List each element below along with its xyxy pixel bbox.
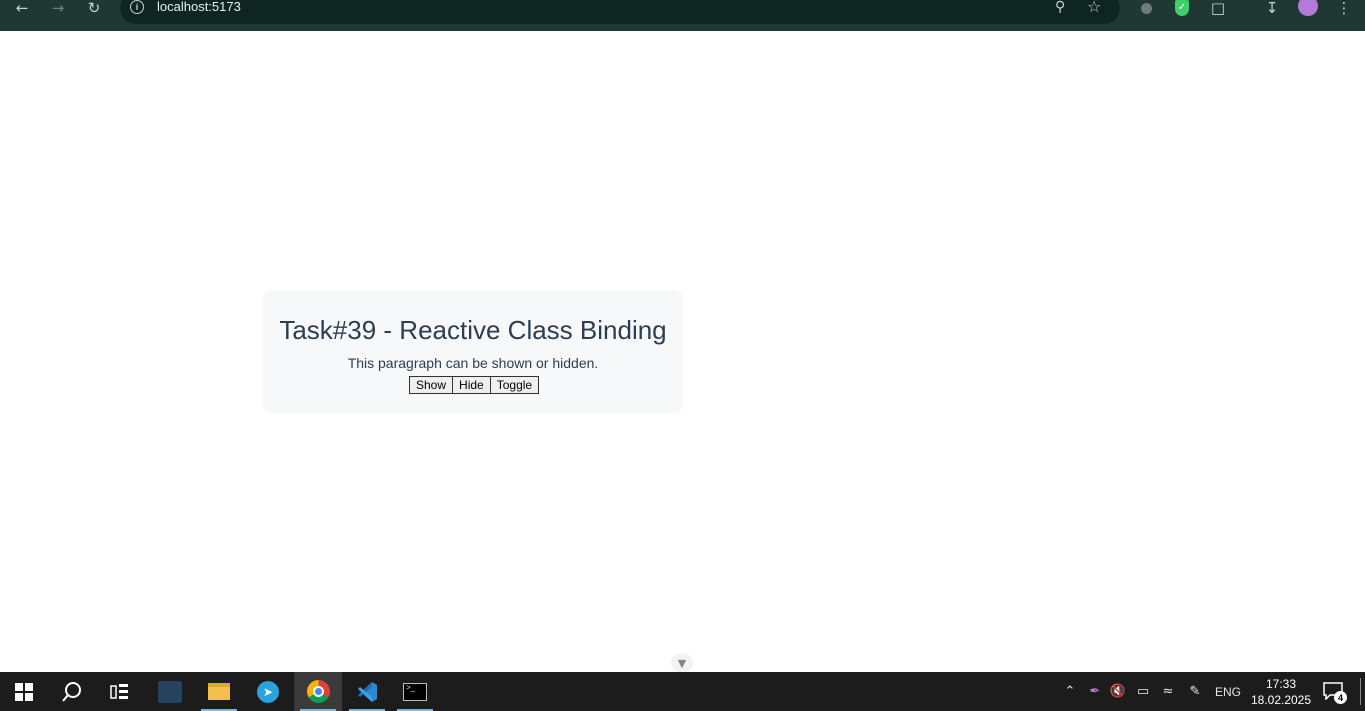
notification-center-icon[interactable]: 4 xyxy=(1323,682,1347,704)
url-text[interactable]: localhost:5173 xyxy=(157,0,241,14)
toggle-paragraph: This paragraph can be shown or hidden. xyxy=(347,355,599,371)
menu-kebab-icon[interactable]: ⋮ xyxy=(1335,0,1353,17)
forward-icon[interactable]: → xyxy=(46,0,70,17)
chevron-up-icon[interactable]: ⌃ xyxy=(1061,672,1079,711)
bookmark-star-icon[interactable]: ☆ xyxy=(1087,0,1101,16)
search-icon[interactable] xyxy=(48,672,96,711)
reload-icon[interactable]: ↻ xyxy=(82,0,106,17)
profile-avatar[interactable] xyxy=(1297,0,1319,16)
site-info-icon[interactable]: i xyxy=(130,0,144,14)
task-view-icon[interactable] xyxy=(96,672,144,711)
telegram-icon[interactable]: ➤ xyxy=(244,672,292,711)
notification-count-badge: 4 xyxy=(1334,691,1347,704)
hide-button[interactable]: Hide xyxy=(452,376,491,394)
download-icon[interactable]: ↧ xyxy=(1262,0,1282,17)
language-indicator[interactable]: ENG xyxy=(1212,672,1244,711)
task-card: Task#39 - Reactive Class Binding This pa… xyxy=(263,290,683,413)
devtools-funnel-icon[interactable]: ▼ xyxy=(671,653,693,673)
speaker-muted-icon[interactable]: 🔇 xyxy=(1108,672,1128,711)
mysql-workbench-icon[interactable] xyxy=(146,672,194,711)
back-icon[interactable]: ← xyxy=(10,0,34,17)
wifi-icon[interactable]: ≈ xyxy=(1158,672,1178,711)
address-bar[interactable]: i localhost:5173 ⚲ ☆ xyxy=(120,0,1120,24)
zoom-icon[interactable]: ⚲ xyxy=(1055,0,1065,15)
feather-tray-icon[interactable]: ✒ xyxy=(1085,672,1105,711)
shield-extension-icon[interactable]: ✓ xyxy=(1172,0,1192,16)
show-button[interactable]: Show xyxy=(409,376,454,394)
show-desktop-divider[interactable] xyxy=(1360,678,1361,705)
pen-tray-icon[interactable]: ✎ xyxy=(1184,672,1206,711)
button-group: Show Hide Toggle xyxy=(409,376,540,394)
file-explorer-icon[interactable] xyxy=(195,672,243,711)
start-button[interactable] xyxy=(0,672,48,711)
toggle-button[interactable]: Toggle xyxy=(489,376,540,394)
terminal-icon[interactable]: >_ xyxy=(391,672,439,711)
taskbar: ➤ >_ ⌃ ✒ 🔇 ▭ ≈ ✎ ENG 17:33 18.02.2025 4 xyxy=(0,672,1365,711)
extension-circle-icon[interactable] xyxy=(1137,0,1155,16)
battery-icon[interactable]: ▭ xyxy=(1133,672,1153,711)
extensions-puzzle-icon[interactable]: □ xyxy=(1208,0,1228,17)
browser-toolbar: ← → ↻ i localhost:5173 ⚲ ☆ ✓ □ ↧ ⋮ xyxy=(0,0,1365,31)
clock-time: 17:33 xyxy=(1265,677,1297,691)
windows-logo-icon xyxy=(15,682,33,701)
page-title: Task#39 - Reactive Class Binding xyxy=(279,315,667,345)
clock-date: 18.02.2025 xyxy=(1250,693,1312,707)
vscode-icon[interactable] xyxy=(343,672,391,711)
chrome-icon[interactable] xyxy=(294,672,342,711)
clock[interactable]: 17:33 18.02.2025 xyxy=(1250,676,1312,708)
